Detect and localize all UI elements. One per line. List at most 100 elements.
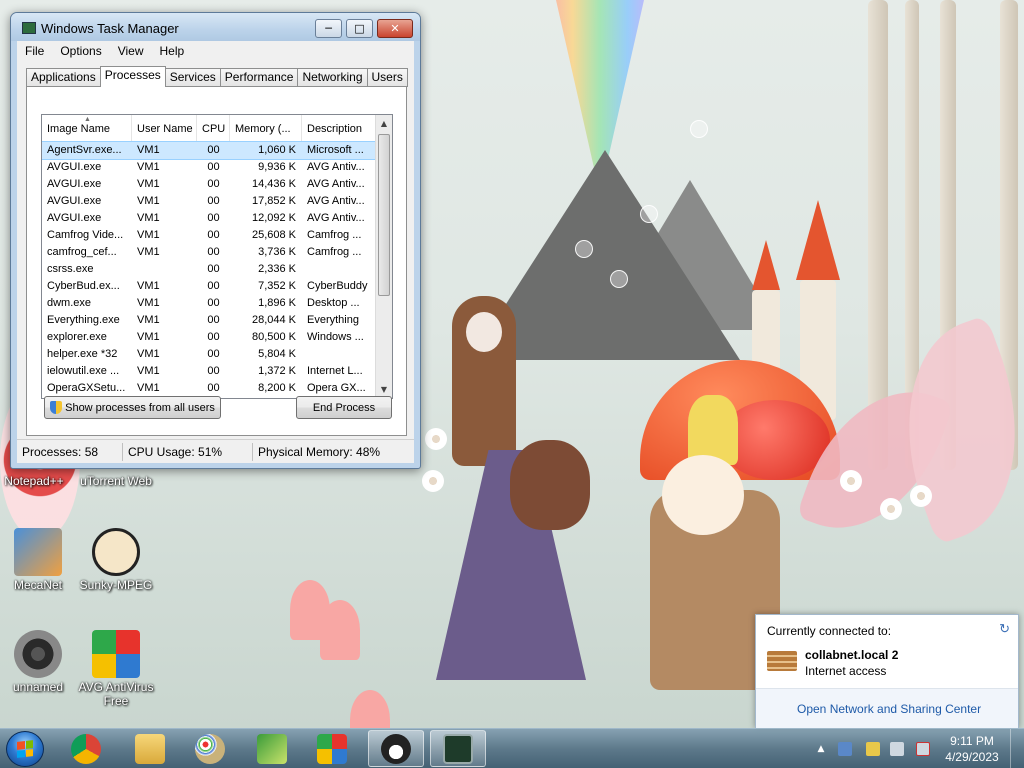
process-cpu: 00 (207, 331, 220, 343)
process-image-name: AVGUI.exe (47, 161, 102, 173)
desktop-icon-utorrent-web[interactable]: uTorrent Web (70, 474, 162, 488)
taskbar-chrome[interactable] (58, 730, 114, 767)
process-image-name: AVGUI.exe (47, 195, 102, 207)
desktop-icon-avg-antivirus-free[interactable]: AVG AntiVirus Free (70, 630, 162, 708)
desktop-icon-sunky-mpeg[interactable]: Sunky-MPEG (70, 528, 162, 592)
title-bar[interactable]: Windows Task Manager ─ □ ✕ (11, 13, 420, 41)
status-bar: Processes: 58 CPU Usage: 51% Physical Me… (17, 439, 414, 463)
volume-muted-icon[interactable] (916, 742, 930, 756)
process-cpu: 00 (207, 365, 220, 377)
column-image-name[interactable]: ▲ Image Name (42, 115, 132, 142)
taskbar-plant-app[interactable] (244, 730, 300, 767)
menu-view[interactable]: View (110, 44, 152, 58)
taskbar-avg[interactable] (304, 730, 360, 767)
tab-applications[interactable]: Applications (26, 68, 101, 87)
tab-users[interactable]: Users (366, 68, 408, 87)
maximize-button[interactable]: □ (346, 19, 373, 38)
wallpaper-white-flower (840, 470, 862, 492)
vertical-scrollbar[interactable]: ▲ ▼ (375, 115, 392, 398)
start-button[interactable] (6, 731, 44, 767)
scrollbar-thumb[interactable] (378, 134, 390, 296)
table-row[interactable]: AgentSvr.exe... VM1 00 1,060 K Microsoft ... (42, 141, 377, 160)
column-cpu[interactable]: CPU (197, 115, 230, 142)
process-image-name: explorer.exe (47, 331, 107, 343)
table-row[interactable]: ielowutil.exe ... VM1 00 1,372 K Internet L.… (42, 363, 376, 380)
process-user-name: VM1 (137, 331, 160, 343)
menu-help[interactable]: Help (152, 44, 193, 58)
process-image-name: AgentSvr.exe... (47, 144, 122, 156)
process-memory: 25,608 K (251, 229, 296, 241)
tab-services[interactable]: Services (164, 68, 221, 87)
taskbar-penguin-app[interactable] (368, 730, 424, 767)
sunky-mpeg-icon (92, 528, 140, 576)
tab-processes[interactable]: Processes (99, 66, 166, 87)
column-description[interactable]: Description (302, 115, 376, 142)
open-network-sharing-center-link[interactable]: Open Network and Sharing Center (797, 702, 981, 716)
process-cpu: 00 (207, 297, 220, 309)
taskbar-paint[interactable] (182, 730, 238, 767)
table-row[interactable]: helper.exe *32 VM1 00 5,804 K (42, 346, 376, 363)
process-description: AVG Antiv... (307, 195, 365, 207)
process-description: AVG Antiv... (307, 178, 365, 190)
process-user-name: VM1 (137, 280, 160, 292)
taskbar-task-manager[interactable] (430, 730, 486, 767)
end-process-button[interactable]: End Process (296, 396, 392, 419)
show-desktop-button[interactable] (1010, 729, 1024, 768)
tab-networking[interactable]: Networking (297, 68, 368, 87)
scroll-up-arrow-icon[interactable]: ▲ (376, 115, 392, 132)
process-user-name: VM1 (137, 297, 160, 309)
column-user-name[interactable]: User Name (132, 115, 197, 142)
desktop-icon-label: AVG AntiVirus Free (78, 680, 154, 708)
column-label: CPU (202, 123, 226, 135)
close-button[interactable]: ✕ (377, 19, 413, 38)
network-tray-icon[interactable] (838, 742, 852, 756)
table-row[interactable]: Everything.exe VM1 00 28,044 K Everything (42, 312, 376, 329)
tab-strip: Applications Processes Services Performa… (26, 66, 408, 87)
task-manager-icon (22, 22, 36, 34)
process-list[interactable]: ▲ Image Name User Name CPU Memory (... D… (41, 114, 393, 399)
taskbar-file-explorer[interactable] (122, 730, 178, 767)
process-memory: 9,936 K (258, 161, 296, 173)
table-row[interactable]: dwm.exe VM1 00 1,896 K Desktop ... (42, 295, 376, 312)
table-row[interactable]: OperaGXSetu... VM1 00 8,200 K Opera GX... (42, 380, 376, 397)
paint-icon (195, 733, 225, 764)
show-all-processes-button[interactable]: Show processes from all users (44, 396, 221, 419)
process-user-name: VM1 (137, 314, 160, 326)
table-row[interactable]: camfrog_cef... VM1 00 3,736 K Camfrog ... (42, 244, 376, 261)
table-row[interactable]: AVGUI.exe VM1 00 12,092 K AVG Antiv... (42, 210, 376, 227)
status-processes: Processes: 58 (17, 442, 123, 461)
desktop-icon-notepad-plus-plus[interactable]: Notepad++ (0, 474, 80, 488)
avg-antivirus-icon (92, 630, 140, 678)
table-row[interactable]: AVGUI.exe VM1 00 17,852 K AVG Antiv... (42, 193, 376, 210)
minimize-button[interactable]: ─ (315, 19, 342, 38)
table-row[interactable]: csrss.exe 00 2,336 K (42, 261, 376, 278)
process-user-name: VM1 (137, 229, 160, 241)
network-connection-icon[interactable] (890, 742, 904, 756)
process-user-name: VM1 (137, 178, 160, 190)
process-memory: 2,336 K (258, 263, 296, 275)
table-row[interactable]: CyberBud.ex... VM1 00 7,352 K CyberBuddy (42, 278, 376, 295)
menu-options[interactable]: Options (52, 44, 109, 58)
process-image-name: CyberBud.ex... (47, 280, 120, 292)
clock-date: 4/29/2023 (945, 750, 999, 764)
menu-file[interactable]: File (17, 44, 52, 58)
process-memory: 1,896 K (258, 297, 296, 309)
table-row[interactable]: AVGUI.exe VM1 00 14,436 K AVG Antiv... (42, 176, 376, 193)
process-description (302, 346, 376, 363)
action-center-flag-icon[interactable] (866, 742, 880, 756)
system-clock[interactable]: 9:11 PM 4/29/2023 (942, 733, 1002, 765)
refresh-icon[interactable]: ↻ (999, 621, 1010, 637)
mecanet-icon (14, 528, 62, 576)
tab-performance[interactable]: Performance (219, 68, 299, 87)
column-memory[interactable]: Memory (... (230, 115, 302, 142)
process-description: Desktop ... (307, 297, 360, 309)
avg-icon (317, 733, 347, 764)
show-hidden-icons-icon[interactable]: ▲ (814, 742, 828, 756)
process-description: Camfrog ... (307, 246, 362, 258)
end-process-label: End Process (312, 401, 376, 414)
table-row[interactable]: explorer.exe VM1 00 80,500 K Windows ... (42, 329, 376, 346)
table-row[interactable]: AVGUI.exe VM1 00 9,936 K AVG Antiv... (42, 159, 376, 176)
process-cpu: 00 (207, 178, 220, 190)
wallpaper-flower (320, 600, 360, 660)
table-row[interactable]: Camfrog Vide... VM1 00 25,608 K Camfrog ... (42, 227, 376, 244)
